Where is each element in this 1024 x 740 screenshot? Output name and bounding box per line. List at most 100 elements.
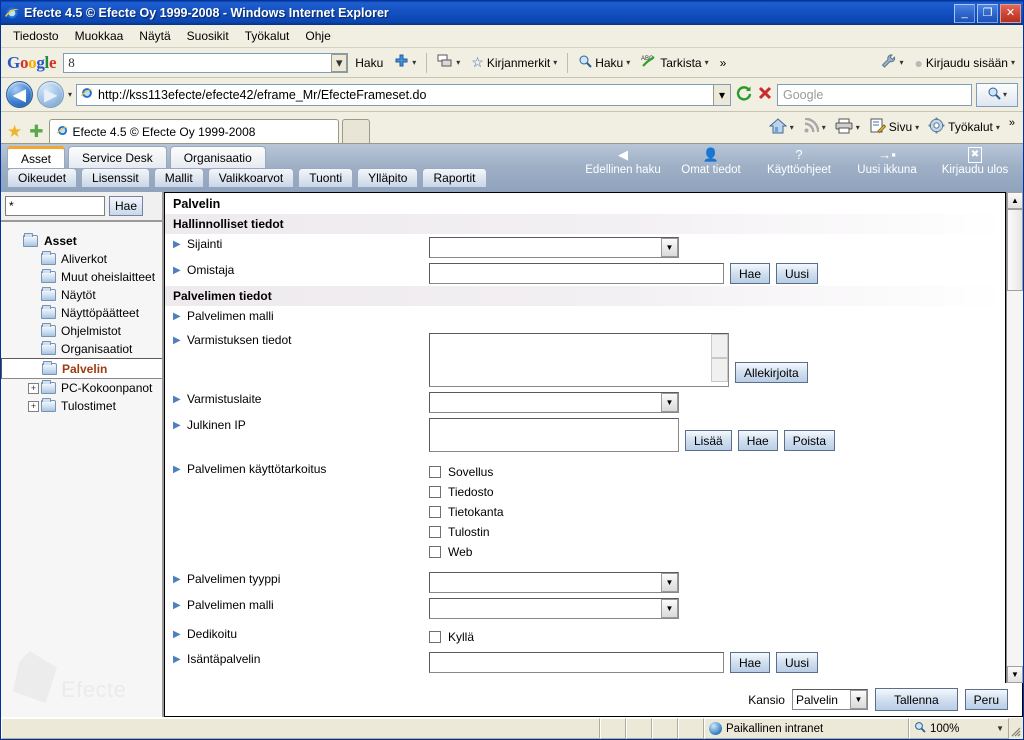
expand-arrow-icon[interactable]: ▶ — [173, 418, 182, 433]
omistaja-hae-button[interactable]: Hae — [730, 263, 771, 284]
expand-arrow-icon[interactable]: ▶ — [173, 333, 182, 348]
tree-root-asset[interactable]: Asset — [1, 232, 162, 250]
google-signin-button[interactable]: ● Kirjaudu sisään ▾ — [910, 53, 1019, 73]
zoom-control[interactable]: 100% ▼ — [909, 718, 1009, 739]
sub-tab-tuonti[interactable]: Tuonti — [298, 168, 354, 187]
checkbox-icon[interactable] — [429, 526, 441, 538]
url-input[interactable]: http://kss113efecte/efecte42/eframe_Mr/E… — [76, 83, 731, 106]
resize-grip[interactable] — [1009, 718, 1023, 739]
form-vertical-scrollbar[interactable]: ▲ ▼ — [1006, 192, 1023, 683]
menu-tiedosto[interactable]: Tiedosto — [5, 26, 67, 46]
tree-item-organisaatiot[interactable]: Organisaatiot — [1, 340, 162, 358]
sub-tab-mallit[interactable]: Mallit — [153, 168, 204, 187]
sub-tab-lisenssit[interactable]: Lisenssit — [81, 168, 150, 187]
toolbar-previous-search[interactable]: ◀ Edellinen haku — [579, 144, 667, 176]
chevron-down-icon[interactable]: ▼ — [661, 393, 678, 412]
sidebar-search-input[interactable]: * — [5, 196, 105, 216]
palvelimen-tyyppi-select[interactable]: ▼ — [429, 572, 679, 593]
main-tab-asset[interactable]: Asset — [7, 146, 66, 168]
chevron-down-icon[interactable]: ▾ — [1003, 90, 1007, 99]
checkbox-tulostin[interactable]: Tulostin — [429, 522, 490, 542]
menu-muokkaa[interactable]: Muokkaa — [67, 26, 132, 46]
sub-tab-yllapito[interactable]: Ylläpito — [357, 168, 419, 187]
history-dropdown-icon[interactable]: ▾ — [68, 90, 72, 99]
feeds-button[interactable]: ▾ — [799, 116, 830, 139]
sidebar-search-button[interactable]: Hae — [109, 196, 144, 216]
isantapalvelin-uusi-button[interactable]: Uusi — [776, 652, 819, 673]
google-bookmarks-button[interactable]: ☆ Kirjanmerkit ▾ — [467, 52, 561, 73]
back-button[interactable]: ◀ — [6, 81, 33, 108]
scrollbar-thumb[interactable] — [1007, 209, 1023, 291]
google-overflow-button[interactable]: » — [716, 54, 731, 72]
home-button[interactable]: ▾ — [765, 116, 798, 139]
menu-tyokalut[interactable]: Työkalut — [237, 26, 298, 46]
security-zone[interactable]: Paikallinen intranet — [704, 718, 909, 739]
page-menu-button[interactable]: Sivu ▾ — [865, 116, 923, 139]
sub-tab-oikeudet[interactable]: Oikeudet — [7, 168, 78, 187]
google-search-input[interactable]: 8 ▾ — [63, 52, 349, 73]
checkbox-tietokanta[interactable]: Tietokanta — [429, 502, 504, 522]
checkbox-icon[interactable] — [429, 546, 441, 558]
chevron-down-icon[interactable]: ▾ — [331, 53, 348, 72]
refresh-button[interactable] — [735, 84, 753, 105]
palvelimen-malli-select[interactable]: ▼ — [429, 598, 679, 619]
print-button[interactable]: ▾ — [831, 116, 864, 139]
checkbox-kylla[interactable]: Kyllä — [429, 627, 474, 647]
search-input[interactable]: Google — [777, 83, 972, 106]
google-spellcheck-button[interactable]: ABC Tarkista ▾ — [637, 52, 712, 73]
scroll-up-button[interactable]: ▲ — [1007, 192, 1023, 209]
kansio-select[interactable]: Palvelin ▼ — [791, 689, 868, 710]
add-favorite-icon[interactable]: ✚ — [27, 123, 45, 143]
tools-menu-button[interactable]: Työkalut ▾ — [924, 115, 1004, 139]
menu-ohje[interactable]: Ohje — [297, 26, 338, 46]
checkbox-icon[interactable] — [429, 506, 441, 518]
menu-naytta[interactable]: Näytä — [131, 26, 178, 46]
allekirjoita-button[interactable]: Allekirjoita — [735, 362, 808, 383]
cancel-button[interactable]: Peru — [964, 689, 1008, 710]
close-button[interactable]: ✕ — [1000, 3, 1021, 23]
checkbox-tiedosto[interactable]: Tiedosto — [429, 482, 494, 502]
varmistuslaite-select[interactable]: ▼ — [429, 392, 679, 413]
google-find-button[interactable]: Haku ▾ — [574, 52, 634, 73]
search-go-button[interactable]: ▾ — [976, 82, 1018, 107]
url-dropdown-icon[interactable]: ▾ — [713, 84, 730, 105]
expand-arrow-icon[interactable]: ▶ — [173, 237, 182, 252]
google-plus-button[interactable]: ▾ — [390, 52, 420, 74]
chevron-down-icon[interactable]: ▼ — [849, 690, 867, 709]
varmistuksen-tiedot-textarea[interactable] — [429, 333, 729, 387]
toolbar-new-window[interactable]: →▪ Uusi ikkuna — [843, 144, 931, 176]
chevron-down-icon[interactable]: ▼ — [661, 599, 678, 618]
expand-arrow-icon[interactable]: ▶ — [173, 572, 182, 587]
forward-button[interactable]: ▶ — [37, 81, 64, 108]
chevron-down-icon[interactable]: ▼ — [661, 238, 678, 257]
restore-button[interactable]: ❐ — [977, 3, 998, 23]
sub-tab-raportit[interactable]: Raportit — [422, 168, 487, 187]
isantapalvelin-input[interactable] — [429, 652, 724, 673]
tree-item-tulostimet[interactable]: + Tulostimet — [1, 397, 162, 415]
command-overflow-button[interactable]: » — [1005, 115, 1019, 131]
toolbar-help[interactable]: ? Käyttöohjeet — [755, 144, 843, 176]
checkbox-icon[interactable] — [429, 631, 441, 643]
expand-arrow-icon[interactable]: ▶ — [173, 263, 182, 278]
chevron-down-icon[interactable]: ▼ — [661, 573, 678, 592]
google-search-button[interactable]: Haku — [351, 54, 387, 72]
minimize-button[interactable]: _ — [954, 3, 975, 23]
menu-suosikit[interactable]: Suosikit — [179, 26, 237, 46]
tree-item-naytot[interactable]: Näytöt — [1, 286, 162, 304]
expand-arrow-icon[interactable]: ▶ — [173, 392, 182, 407]
tree-item-pc-kokoonpanot[interactable]: + PC-Kokoonpanot — [1, 379, 162, 397]
expand-arrow-icon[interactable]: ▶ — [173, 598, 182, 613]
julkinen-ip-poista-button[interactable]: Poista — [783, 430, 836, 451]
expand-icon[interactable]: + — [28, 382, 39, 394]
main-tab-organisaatio[interactable]: Organisaatio — [169, 146, 266, 168]
checkbox-icon[interactable] — [429, 486, 441, 498]
omistaja-uusi-button[interactable]: Uusi — [776, 263, 819, 284]
google-popup-blocker-button[interactable]: ▾ — [433, 52, 464, 73]
checkbox-icon[interactable] — [429, 466, 441, 478]
expand-icon[interactable]: + — [28, 400, 39, 412]
julkinen-ip-lisaa-button[interactable]: Lisää — [685, 430, 732, 451]
tree-item-ohjelmistot[interactable]: Ohjelmistot — [1, 322, 162, 340]
julkinen-ip-hae-button[interactable]: Hae — [737, 430, 778, 451]
expand-arrow-icon[interactable]: ▶ — [173, 627, 182, 642]
tree-item-palvelin[interactable]: Palvelin — [1, 358, 162, 379]
